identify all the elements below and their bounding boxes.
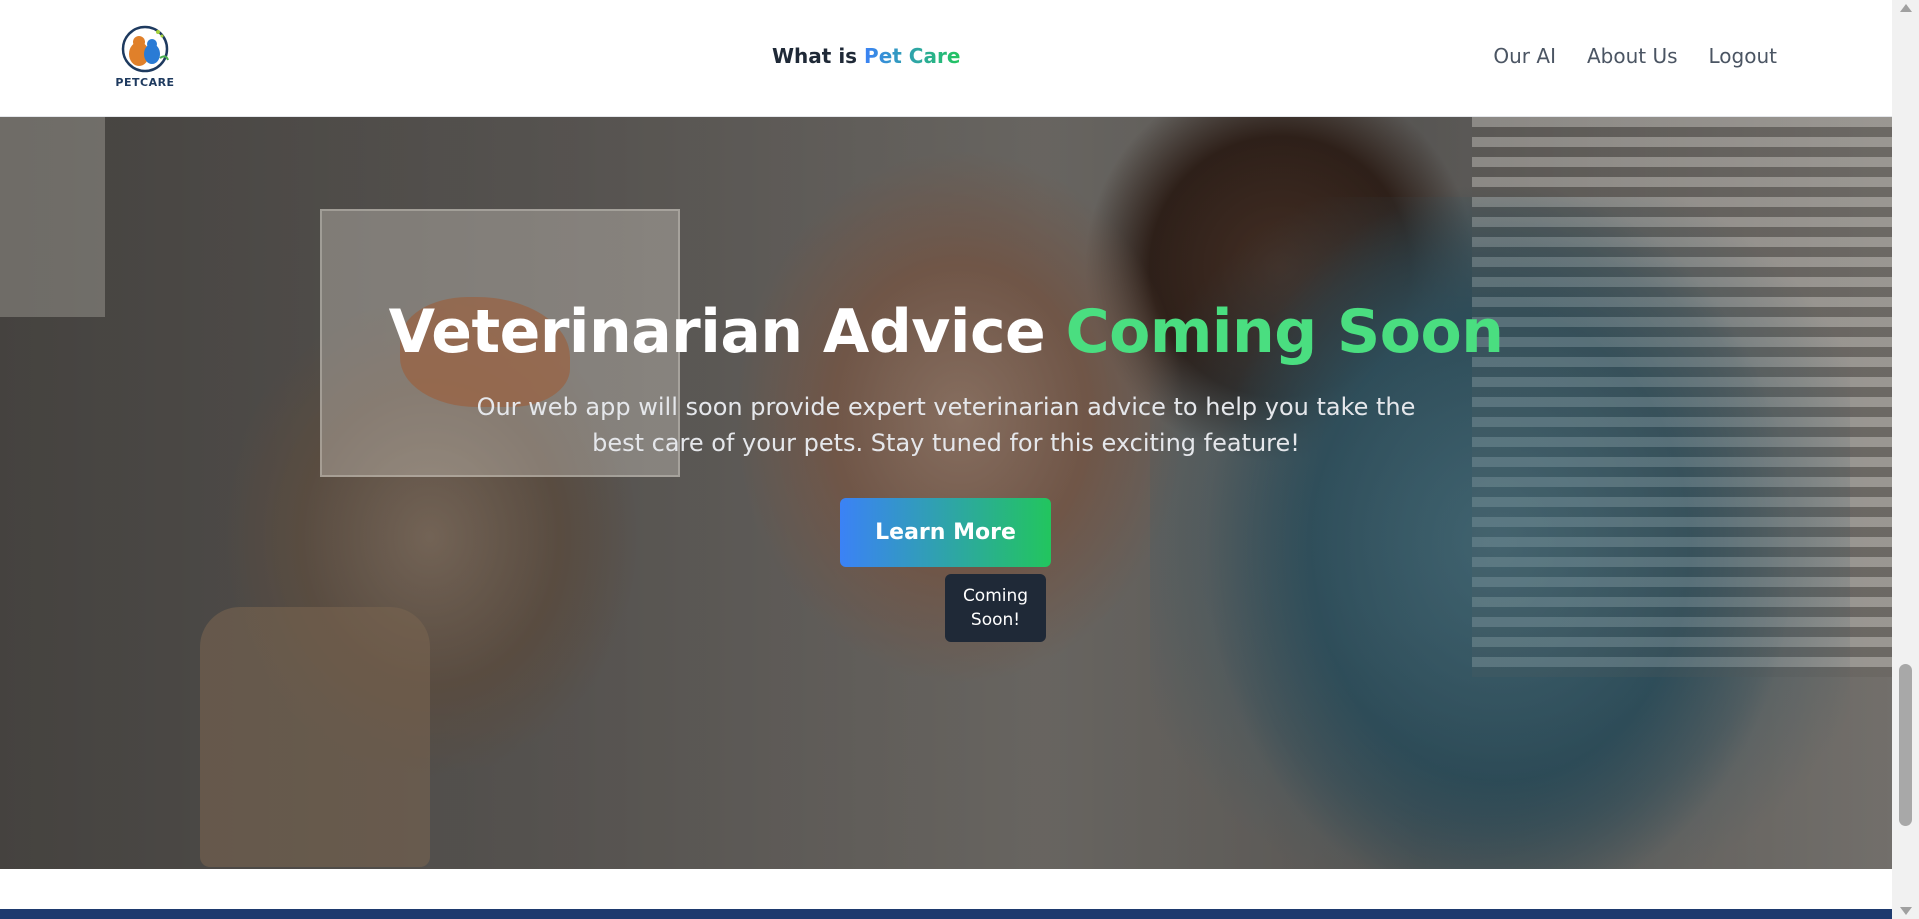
site-header: PETCARE What is Pet Care Our AI About Us… [0, 0, 1892, 117]
title-accent: Pet Care [864, 44, 961, 68]
scroll-up-arrow-icon[interactable] [1900, 4, 1912, 12]
pet-care-logo-icon [121, 25, 169, 73]
logo[interactable]: PETCARE [110, 24, 180, 94]
vertical-scrollbar[interactable] [1892, 0, 1919, 919]
nav-about-us[interactable]: About Us [1587, 44, 1678, 68]
hero-section: Veterinarian Advice Coming Soon Our web … [0, 117, 1892, 869]
logo-text: PETCARE [115, 76, 175, 89]
hero-title-main: Veterinarian Advice [388, 297, 1066, 367]
hero-title: Veterinarian Advice Coming Soon [0, 297, 1892, 367]
title-prefix: What is [772, 44, 865, 68]
page: PETCARE What is Pet Care Our AI About Us… [0, 0, 1919, 919]
page-title: What is Pet Care [772, 44, 960, 68]
scrollbar-thumb[interactable] [1899, 664, 1912, 826]
nav-logout[interactable]: Logout [1709, 44, 1777, 68]
scroll-down-arrow-icon[interactable] [1900, 907, 1912, 915]
learn-more-button[interactable]: Learn More [840, 498, 1051, 567]
main-nav: Our AI About Us Logout [1493, 44, 1777, 68]
nav-our-ai[interactable]: Our AI [1493, 44, 1556, 68]
hero-content: Veterinarian Advice Coming Soon Our web … [0, 117, 1892, 869]
hero-subtitle: Our web app will soon provide expert vet… [476, 393, 1416, 457]
coming-soon-tooltip: Coming Soon! [945, 574, 1046, 642]
next-section-band [0, 909, 1892, 919]
hero-title-accent: Coming Soon [1065, 297, 1504, 367]
